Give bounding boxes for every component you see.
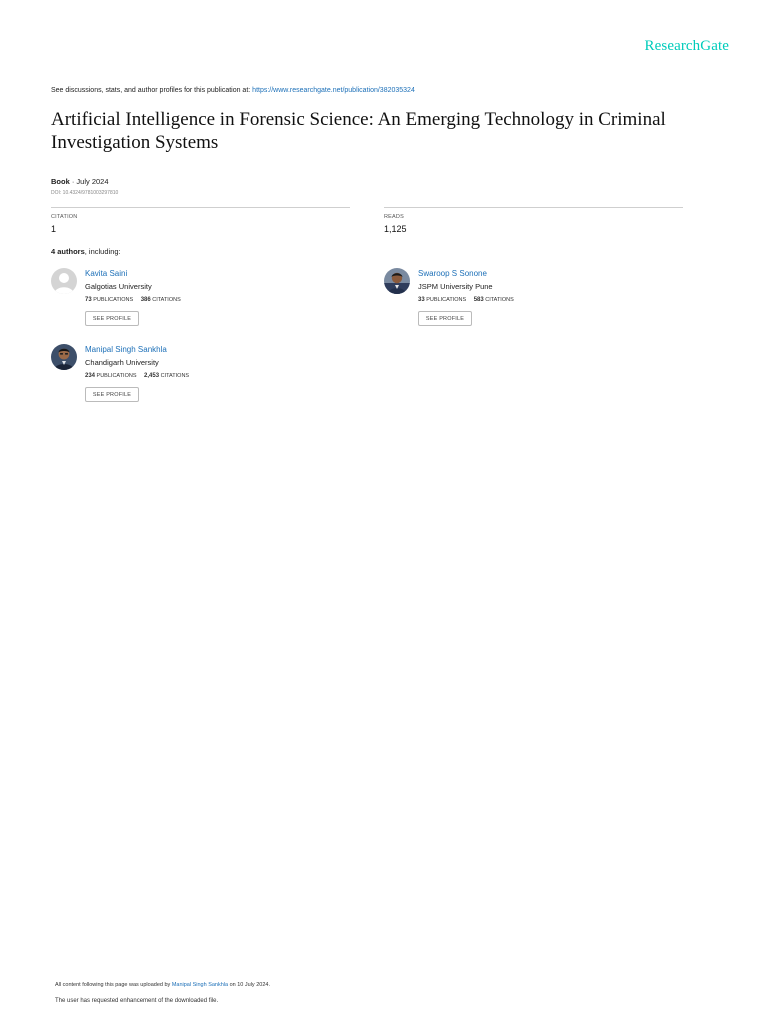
citation-value: 1 bbox=[51, 224, 57, 234]
upload-prefix: All content following this page was uplo… bbox=[55, 982, 172, 988]
avatar-placeholder-icon[interactable] bbox=[51, 268, 77, 294]
uploader-link[interactable]: Manipal Singh Sankhla bbox=[172, 982, 228, 988]
author-institution: Galgotias University bbox=[85, 282, 152, 291]
publication-link[interactable]: https://www.researchgate.net/publication… bbox=[252, 87, 415, 94]
avatar-photo-icon[interactable] bbox=[51, 344, 77, 370]
publication-doi: DOI: 10.4324/9781003297810 bbox=[51, 190, 119, 196]
author-stats: 73 PUBLICATIONS 386 CITATIONS bbox=[85, 297, 181, 303]
publication-meta: Book · July 2024 bbox=[51, 177, 109, 186]
author-publications-label: PUBLICATIONS bbox=[426, 297, 467, 303]
author-name-link[interactable]: Manipal Singh Sankhla bbox=[85, 345, 167, 354]
upload-note: All content following this page was uplo… bbox=[55, 982, 270, 988]
author-citations-label: CITATIONS bbox=[152, 297, 181, 303]
author-citations-label: CITATIONS bbox=[160, 373, 190, 379]
author-citations-count: 386 bbox=[140, 297, 151, 303]
author-publications-count: 33 bbox=[418, 297, 425, 303]
author-citations-count: 2,453 bbox=[144, 373, 160, 379]
reads-label: READS bbox=[384, 214, 404, 220]
publication-title: Artificial Intelligence in Forensic Scie… bbox=[51, 109, 666, 153]
author-name-link[interactable]: Swaroop S Sonone bbox=[418, 269, 487, 278]
see-discussions-line: See discussions, stats, and author profi… bbox=[51, 87, 415, 94]
reads-value: 1,125 bbox=[384, 224, 407, 234]
author-publications-label: PUBLICATIONS bbox=[96, 373, 137, 379]
authors-summary: 4 authors, including: bbox=[51, 247, 121, 256]
author-institution: JSPM University Pune bbox=[418, 282, 493, 291]
publication-date: · July 2024 bbox=[69, 177, 109, 186]
publication-type: Book bbox=[51, 177, 70, 186]
author-publications-count: 73 bbox=[85, 297, 92, 303]
author-citations-count: 583 bbox=[473, 297, 484, 303]
author-stats: 33 PUBLICATIONS 583 CITATIONS bbox=[418, 297, 514, 303]
avatar-photo-icon[interactable] bbox=[384, 268, 410, 294]
see-profile-button[interactable]: SEE PROFILE bbox=[85, 311, 139, 326]
author-publications-count: 234 bbox=[85, 373, 96, 379]
author-name-link[interactable]: Kavita Saini bbox=[85, 269, 127, 278]
see-profile-button[interactable]: SEE PROFILE bbox=[85, 387, 139, 402]
reads-stat: READS 1,125 bbox=[384, 207, 683, 234]
author-publications-label: PUBLICATIONS bbox=[93, 297, 134, 303]
authors-count: 4 authors bbox=[51, 247, 85, 256]
author-institution: Chandigarh University bbox=[85, 358, 159, 367]
author-card: Kavita Saini Galgotias University 73 PUB… bbox=[51, 268, 351, 338]
see-profile-button[interactable]: SEE PROFILE bbox=[418, 311, 472, 326]
researchgate-logo[interactable]: ResearchGate bbox=[645, 38, 729, 55]
author-citations-label: CITATIONS bbox=[485, 297, 514, 303]
upload-suffix: on 10 July 2024. bbox=[228, 982, 270, 988]
author-card: Swaroop S Sonone JSPM University Pune 33… bbox=[384, 268, 684, 338]
authors-suffix: , including: bbox=[84, 247, 121, 256]
enhancement-note: The user has requested enhancement of th… bbox=[55, 998, 219, 1004]
see-discussions-text: See discussions, stats, and author profi… bbox=[51, 87, 253, 94]
author-card: Manipal Singh Sankhla Chandigarh Univers… bbox=[51, 344, 351, 414]
citation-label: CITATION bbox=[51, 214, 78, 220]
citation-stat: CITATION 1 bbox=[51, 207, 350, 234]
author-stats: 234 PUBLICATIONS 2,453 CITATIONS bbox=[85, 373, 189, 379]
